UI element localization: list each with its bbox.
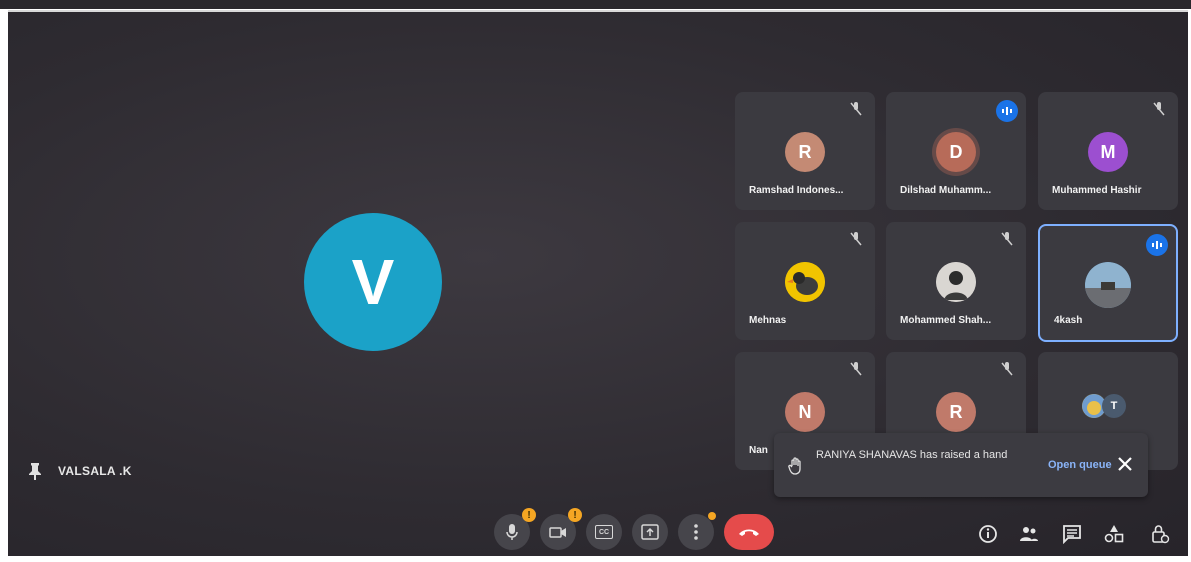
participant-avatar: R [785, 132, 825, 172]
main-speaker-avatar: V [304, 213, 442, 351]
participant-tile[interactable]: D Dilshad Muhamm... [886, 92, 1026, 210]
info-icon[interactable] [978, 524, 998, 544]
captions-button[interactable]: CC [586, 514, 622, 550]
chat-icon[interactable] [1062, 524, 1082, 544]
pin-icon[interactable] [28, 462, 42, 480]
captions-icon: CC [595, 525, 613, 539]
camera-icon [549, 527, 566, 538]
meeting-stage: V VALSALA .K R Ramshad Indones... D Dils… [8, 10, 1188, 556]
main-speaker-label: VALSALA .K [58, 464, 132, 478]
present-button[interactable] [632, 514, 668, 550]
more-options-button[interactable] [678, 512, 716, 550]
mic-button[interactable]: ! [494, 508, 536, 550]
participant-tile-active[interactable]: 4kash [1038, 224, 1178, 342]
participant-name: Mohammed Shah... [900, 315, 992, 326]
participant-avatar: D [936, 132, 976, 172]
participant-photo-avatar [1085, 262, 1131, 308]
close-icon[interactable] [1116, 455, 1134, 473]
camera-button[interactable]: ! [540, 508, 582, 550]
participant-name: Ramshad Indones... [749, 185, 844, 196]
mic-off-icon [850, 362, 862, 376]
participant-avatar: R [936, 392, 976, 432]
participant-name: 4kash [1054, 315, 1083, 326]
participant-avatar: M [1088, 132, 1128, 172]
mic-off-icon [1001, 362, 1013, 376]
end-call-button[interactable] [724, 514, 774, 550]
participant-photo-avatar [936, 262, 976, 302]
raised-hand-message: RANIYA SHANAVAS has raised a hand [816, 449, 1008, 461]
people-icon[interactable] [1019, 524, 1039, 544]
warning-badge: ! [522, 508, 536, 522]
raised-hand-icon [788, 457, 801, 475]
mic-off-icon [1153, 102, 1165, 116]
speaking-icon [996, 100, 1018, 122]
participant-tile[interactable]: M Muhammed Hashir [1038, 92, 1178, 210]
activities-icon[interactable] [1104, 524, 1124, 544]
participant-name: Muhammed Hashir [1052, 185, 1142, 196]
participant-avatar: T [1102, 394, 1126, 418]
participant-tile[interactable]: R Ramshad Indones... [735, 92, 875, 210]
participant-avatar: N [785, 392, 825, 432]
participant-name: Dilshad Muhamm... [900, 185, 992, 196]
main-speaker-name: VALSALA .K [28, 462, 132, 480]
mic-off-icon [1001, 232, 1013, 246]
notification-dot [708, 512, 716, 520]
present-icon [641, 524, 659, 540]
end-call-icon [739, 529, 759, 536]
participant-tile[interactable]: Mehnas [735, 222, 875, 340]
speaking-icon [1146, 234, 1168, 256]
participant-photo-avatar [785, 262, 825, 302]
mic-off-icon [850, 102, 862, 116]
participant-name: Mehnas [749, 315, 787, 326]
top-strip [0, 0, 1191, 9]
raised-hand-notification: RANIYA SHANAVAS has raised a hand Open q… [774, 433, 1148, 497]
open-queue-button[interactable]: Open queue [1048, 459, 1112, 471]
participant-tile[interactable]: Mohammed Shah... [886, 222, 1026, 340]
mic-icon [506, 524, 518, 540]
more-icon [694, 524, 698, 540]
mic-off-icon [850, 232, 862, 246]
host-controls-icon[interactable] [1150, 524, 1170, 544]
warning-badge: ! [568, 508, 582, 522]
